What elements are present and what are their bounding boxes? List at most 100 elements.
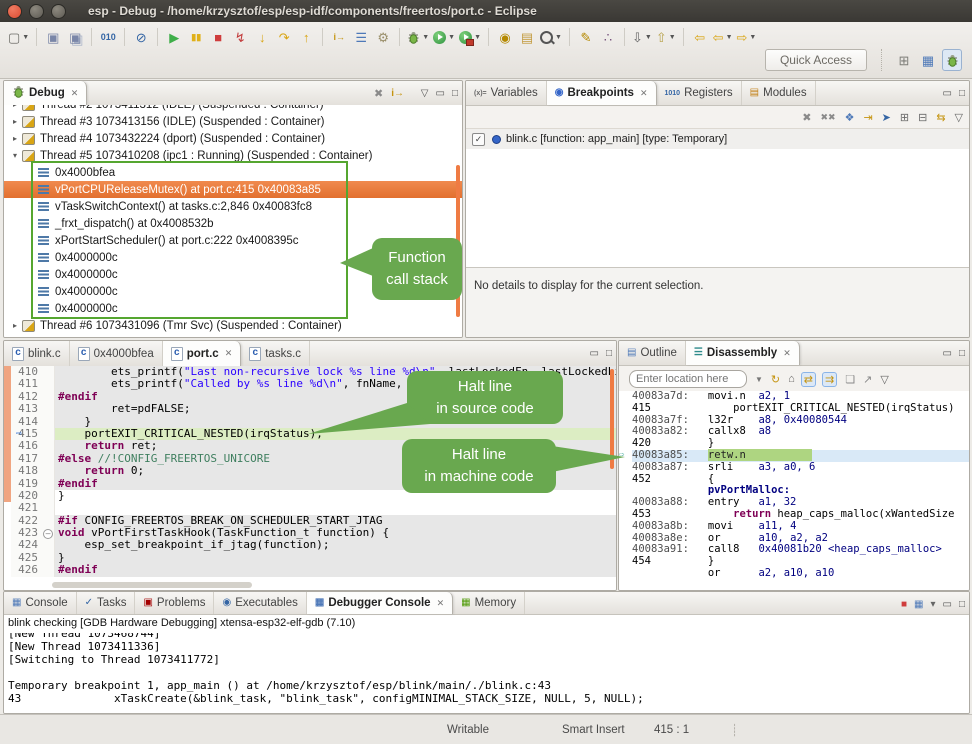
- fold-gutter[interactable]: [42, 515, 55, 527]
- view-menu-icon[interactable]: ▽: [421, 88, 429, 99]
- goto-breakpoint-file-icon[interactable]: ⇥: [863, 111, 872, 124]
- fold-gutter[interactable]: [42, 502, 55, 514]
- step-into-button[interactable]: ↓: [252, 26, 272, 48]
- save-button[interactable]: ▣: [43, 26, 63, 48]
- dropdown-arrow-icon[interactable]: ▼: [22, 34, 29, 41]
- suspend-button[interactable]: ▮▮: [186, 26, 206, 48]
- terminate-button[interactable]: ■: [208, 26, 228, 48]
- remove-all-terminated-icon[interactable]: ✖: [374, 87, 383, 100]
- stack-frame-row[interactable]: 0x4000000c: [4, 283, 462, 300]
- window-minimize-button[interactable]: [29, 4, 44, 19]
- stack-frame-row[interactable]: vPortCPUReleaseMutex() at port.c:415 0x4…: [4, 181, 462, 198]
- breakpoint-list-item[interactable]: ✓ blink.c [function: app_main] [type: Te…: [466, 129, 969, 149]
- location-input[interactable]: [629, 370, 747, 388]
- debug-button[interactable]: ▼: [406, 26, 430, 48]
- tab-executables[interactable]: ◉Executables: [214, 592, 306, 614]
- maximize-icon[interactable]: □: [959, 88, 965, 99]
- cpp-perspective-button[interactable]: ▦: [918, 49, 938, 71]
- last-edit-location-button[interactable]: ⇩▼: [631, 26, 653, 48]
- tab-disassembly[interactable]: ☰Disassembly✕: [686, 341, 800, 365]
- console-output[interactable]: [New Thread 1073468744][New Thread 10734…: [4, 633, 969, 713]
- dropdown-arrow-icon[interactable]: ▼: [669, 34, 676, 41]
- close-icon[interactable]: ✕: [225, 348, 233, 359]
- dropdown-arrow-icon[interactable]: ▼: [749, 34, 756, 41]
- restart-icon[interactable]: i→: [391, 88, 404, 99]
- fold-gutter[interactable]: [42, 564, 55, 576]
- line-number[interactable]: 416: [11, 440, 42, 452]
- line-number[interactable]: 418: [11, 465, 42, 477]
- tree-twisty-icon[interactable]: ▸: [10, 105, 20, 109]
- show-source-button[interactable]: ☰: [351, 26, 371, 48]
- new-view-icon[interactable]: ❏: [845, 373, 855, 386]
- run-button[interactable]: ▼: [432, 26, 456, 48]
- console-menu-icon[interactable]: ▾: [930, 599, 935, 610]
- open-resource-button[interactable]: ▤: [517, 26, 537, 48]
- source-editor[interactable]: 410 ets_printf("Last non-recursive lock …: [4, 366, 616, 590]
- code-line[interactable]: 420}: [4, 490, 616, 502]
- tab-tasks-c[interactable]: ctasks.c: [241, 341, 310, 366]
- editor-hscrollbar[interactable]: [52, 582, 252, 588]
- remove-all-breakpoints-icon[interactable]: ✖✖: [820, 112, 835, 123]
- close-icon[interactable]: ✕: [71, 88, 79, 99]
- goto-annotation-button[interactable]: ⇧▼: [655, 26, 677, 48]
- tab-tasks[interactable]: ✓Tasks: [77, 592, 136, 614]
- maximize-icon[interactable]: □: [959, 348, 965, 359]
- minimize-icon[interactable]: ▭: [590, 348, 599, 359]
- dropdown-arrow-icon[interactable]: ▼: [448, 34, 455, 41]
- export-icon[interactable]: ↗: [863, 373, 872, 386]
- skip-all-breakpoints-button[interactable]: ⊘: [131, 26, 151, 48]
- new-wizard-button[interactable]: ▢▼: [7, 26, 30, 48]
- sync-active-context-icon[interactable]: ⇄: [801, 372, 816, 387]
- line-number[interactable]: 421: [11, 502, 42, 514]
- display-selected-console-icon[interactable]: ▦: [914, 599, 923, 610]
- debug-scrollbar[interactable]: [456, 165, 460, 317]
- dropdown-arrow-icon[interactable]: ▼: [726, 34, 733, 41]
- tab-problems[interactable]: ▣Problems: [135, 592, 214, 614]
- external-tools-button[interactable]: ▼: [458, 26, 482, 48]
- fold-gutter[interactable]: [42, 465, 55, 477]
- maximize-icon[interactable]: □: [452, 88, 458, 99]
- line-number[interactable]: 424: [11, 539, 42, 551]
- fold-gutter[interactable]: [42, 391, 55, 403]
- close-icon[interactable]: ✕: [437, 598, 445, 609]
- fold-gutter[interactable]: [42, 490, 55, 502]
- tree-twisty-icon[interactable]: ▾: [10, 151, 20, 160]
- debug-perspective-button[interactable]: [942, 49, 962, 71]
- minimize-icon[interactable]: ▭: [943, 599, 952, 610]
- tab-outline[interactable]: ▤Outline: [619, 341, 686, 365]
- terminate-console-icon[interactable]: ■: [901, 599, 907, 610]
- expand-all-icon[interactable]: ⊞: [900, 111, 909, 124]
- collapse-all-icon[interactable]: ⊟: [918, 111, 927, 124]
- tree-twisty-icon[interactable]: ▸: [10, 117, 20, 126]
- stack-frame-row[interactable]: 0x4000000c: [4, 266, 462, 283]
- tab-0x4000bfea[interactable]: c0x4000bfea: [70, 341, 163, 366]
- stack-frame-row[interactable]: xPortStartScheduler() at port.c:222 0x40…: [4, 232, 462, 249]
- step-over-button[interactable]: ↷: [274, 26, 294, 48]
- fold-gutter[interactable]: [42, 453, 55, 465]
- fold-gutter[interactable]: [42, 440, 55, 452]
- thread-row[interactable]: ▸Thread #2 1073411312 (IDLE) (Suspended …: [4, 105, 462, 113]
- line-number[interactable]: 411: [11, 378, 42, 390]
- tab-port-c[interactable]: cport.c✕: [163, 341, 242, 366]
- back-button[interactable]: ⇦: [690, 26, 710, 48]
- dropdown-arrow-icon[interactable]: ▼: [422, 34, 429, 41]
- dropdown-arrow-icon[interactable]: ▼: [474, 34, 481, 41]
- step-filters-button[interactable]: ⚙: [373, 26, 393, 48]
- dropdown-arrow-icon[interactable]: ▼: [555, 34, 562, 41]
- fold-gutter[interactable]: [42, 539, 55, 551]
- fold-gutter[interactable]: [42, 403, 55, 415]
- remove-breakpoint-icon[interactable]: ✖: [802, 111, 811, 124]
- close-icon[interactable]: ✕: [783, 348, 791, 359]
- instruction-stepping-button[interactable]: i→: [329, 26, 349, 48]
- tab-modules[interactable]: ▤Modules: [742, 81, 816, 105]
- skip-all-icon[interactable]: ➤: [882, 111, 891, 124]
- disconnect-button[interactable]: ↯: [230, 26, 250, 48]
- disassembly-row[interactable]: or a2, a10, a10: [619, 568, 969, 580]
- annotation-button[interactable]: ∴: [598, 26, 618, 48]
- minimize-icon[interactable]: ▭: [943, 88, 952, 99]
- maximize-icon[interactable]: □: [959, 599, 965, 610]
- track-expression-icon[interactable]: ⇉: [822, 372, 837, 387]
- fold-gutter[interactable]: [42, 416, 55, 428]
- link-with-debug-icon[interactable]: ⇆: [936, 111, 945, 124]
- fold-gutter[interactable]: [42, 366, 55, 378]
